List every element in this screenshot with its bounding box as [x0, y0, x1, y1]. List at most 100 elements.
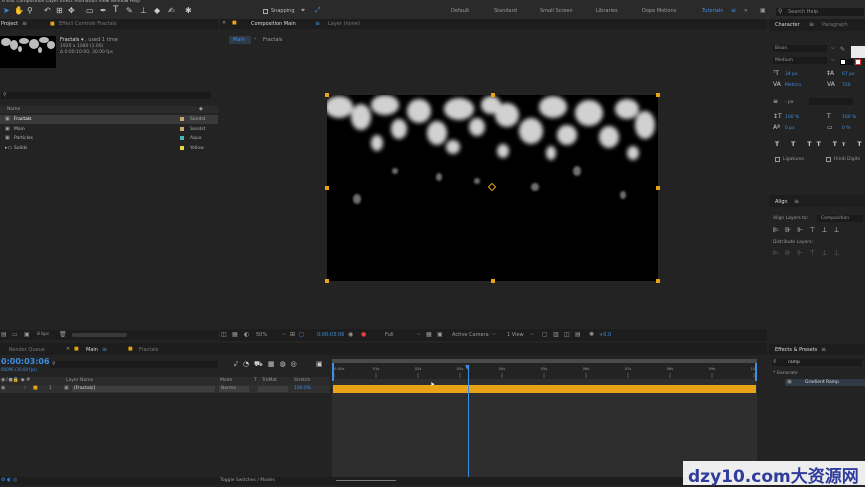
col-stretch[interactable]: Stretch: [294, 378, 310, 383]
viewer-icon-2[interactable]: ▥: [553, 331, 559, 338]
grid-icon[interactable]: ⊞: [290, 331, 295, 338]
eraser-tool-icon[interactable]: ◆: [154, 6, 160, 15]
workspace-small-screen[interactable]: Small Screen: [540, 8, 573, 14]
footer-icons[interactable]: ⚙ ◐ ◎: [1, 477, 17, 483]
vscale-value[interactable]: 100 %: [785, 115, 799, 120]
tab-character[interactable]: Character: [775, 22, 800, 28]
mask-icon[interactable]: ◐: [244, 331, 249, 338]
camera-tool-icon[interactable]: ⊞: [56, 6, 63, 15]
col-t[interactable]: T: [254, 378, 257, 383]
timeline-search-input[interactable]: ⚲: [50, 361, 218, 368]
playhead-line[interactable]: [468, 365, 469, 479]
layer-handle-bm[interactable]: [491, 279, 495, 283]
tab-effect-controls[interactable]: Effect Controls Fractals: [59, 21, 117, 27]
pen-tool-icon[interactable]: ✒: [100, 6, 107, 15]
tsume-value[interactable]: 0 %: [842, 126, 851, 131]
kerning-value[interactable]: Metrics: [785, 83, 801, 88]
selection-tool-icon[interactable]: ➤: [3, 6, 10, 15]
tab-composition-main[interactable]: Composition Main: [251, 21, 296, 27]
layer-label-swatch[interactable]: ■: [33, 385, 38, 391]
tracking-value[interactable]: 720: [842, 83, 851, 88]
work-area-start[interactable]: [332, 363, 334, 381]
eyedropper-icon[interactable]: ✎: [840, 46, 845, 53]
tab-main[interactable]: Main: [86, 347, 98, 353]
comp-close-icon[interactable]: ✕: [222, 20, 226, 26]
zoom-dropdown-icon[interactable]: ⌵: [282, 331, 286, 337]
tab-align[interactable]: Align: [775, 199, 788, 205]
align-buttons-icons[interactable]: ⊫⊪⊩⊤⊥⊥: [773, 226, 846, 234]
snap-icon[interactable]: ⌖: [301, 6, 305, 15]
clone-tool-icon[interactable]: ⊥: [140, 6, 147, 15]
align-to-select[interactable]: Composition: [817, 215, 863, 222]
font-family-select[interactable]: Bison: [773, 45, 827, 52]
label-swatch[interactable]: [180, 126, 184, 131]
project-search-input[interactable]: ⚲: [1, 92, 211, 99]
label-swatch[interactable]: [180, 117, 184, 121]
stroke-swatch[interactable]: [840, 59, 846, 65]
font-family-dropdown-icon[interactable]: ⌵: [831, 45, 835, 51]
view-value[interactable]: 1 View: [507, 332, 524, 338]
layer-handle-tr[interactable]: [656, 93, 660, 97]
tab-main-close-icon[interactable]: ✕: [66, 346, 70, 352]
graph-editor-icon[interactable]: ▣: [316, 360, 323, 368]
baseline-value[interactable]: 0 px: [785, 126, 795, 131]
font-style-dropdown-icon[interactable]: ⌵: [831, 57, 835, 63]
rect-tool-icon[interactable]: ▭: [86, 6, 94, 15]
stroke-type-select[interactable]: [809, 98, 853, 105]
roto-tool-icon[interactable]: ✍: [168, 6, 175, 15]
label-swatch[interactable]: [180, 145, 184, 150]
workspace-standard[interactable]: Standard: [494, 8, 517, 14]
project-scrollbar[interactable]: [72, 333, 127, 337]
tab-paragraph[interactable]: Paragraph: [822, 22, 848, 28]
workspace-dope-motions[interactable]: Dope Motions: [642, 8, 676, 14]
layer-handle-bl[interactable]: [325, 279, 329, 283]
toggle-switches-modes[interactable]: Toggle Switches / Modes: [220, 478, 275, 483]
viewer-icon-1[interactable]: ▢: [542, 331, 548, 338]
col-trkmat[interactable]: TrkMat: [262, 378, 277, 383]
label-swatch[interactable]: [180, 136, 184, 140]
col-mode[interactable]: Mode: [220, 378, 232, 383]
layer-handle-tm[interactable]: [491, 93, 495, 97]
col-layer-name[interactable]: Layer Name: [66, 378, 93, 383]
rotate-tool-icon[interactable]: ↶: [44, 6, 51, 15]
exposure-icon[interactable]: ✺: [589, 331, 594, 338]
workspace-tutorials[interactable]: Tutorials: [702, 8, 723, 14]
pan-behind-tool-icon[interactable]: ✥: [68, 6, 75, 15]
brush-tool-icon[interactable]: ✎: [126, 6, 133, 15]
sync-icon[interactable]: ▣: [760, 7, 766, 14]
hand-tool-icon[interactable]: ✋: [14, 6, 24, 15]
layer-trkmat-select[interactable]: [258, 386, 288, 392]
viewer-timecode[interactable]: 0:00:03:06: [317, 332, 344, 338]
layer-expand-icon[interactable]: ›: [24, 385, 26, 391]
faux-style-icons[interactable]: T T TT Tт T¹ T₁: [775, 141, 865, 148]
resolution-dropdown-icon[interactable]: ⌵: [417, 331, 421, 337]
search-help-box[interactable]: ⚲ Search Help: [776, 8, 864, 16]
breadcrumb-fractals[interactable]: Fractals: [263, 37, 282, 43]
timeline-work-area[interactable]: [332, 359, 757, 363]
font-style-select[interactable]: Medium: [773, 57, 827, 64]
puppet-tool-icon[interactable]: ✱: [185, 6, 192, 15]
region-icon[interactable]: ◻: [299, 331, 304, 338]
time-ruler[interactable]: 0:00s 01s 02s 03s 04s 05s 06s 07s 08s 09s 10s: [330, 364, 767, 379]
tab-project[interactable]: Project: [1, 21, 18, 27]
trash-icon[interactable]: 🗑: [59, 331, 67, 338]
tab-effects-menu-icon[interactable]: ≡: [821, 346, 826, 353]
resolution-value[interactable]: Full: [385, 332, 394, 338]
viewer-layout-icon[interactable]: ▦: [232, 331, 238, 338]
stroke-swatch-2[interactable]: [847, 59, 853, 65]
workspace-menu-icon[interactable]: ≡: [731, 7, 736, 14]
stroke-width-value[interactable]: - px: [785, 100, 794, 105]
workspace-overflow-icon[interactable]: »: [744, 7, 748, 14]
ligatures-checkbox[interactable]: [775, 157, 780, 162]
interpret-icon[interactable]: ▤: [1, 331, 7, 338]
hscale-value[interactable]: 100 %: [842, 115, 856, 120]
camera-dropdown-icon[interactable]: ⌵: [492, 331, 496, 337]
project-item-dropdown-icon[interactable]: ▾: [81, 37, 84, 43]
viewer-icon-4[interactable]: ▤: [575, 331, 581, 338]
layer-handle-tl[interactable]: [325, 93, 329, 97]
tab-fractals[interactable]: Fractals: [139, 347, 158, 353]
zoom-slider[interactable]: [336, 480, 396, 481]
tab-layer[interactable]: Layer (none): [328, 21, 360, 27]
tab-render-queue[interactable]: Render Queue: [9, 347, 45, 353]
tab-project-menu-icon[interactable]: ≡: [22, 20, 27, 27]
